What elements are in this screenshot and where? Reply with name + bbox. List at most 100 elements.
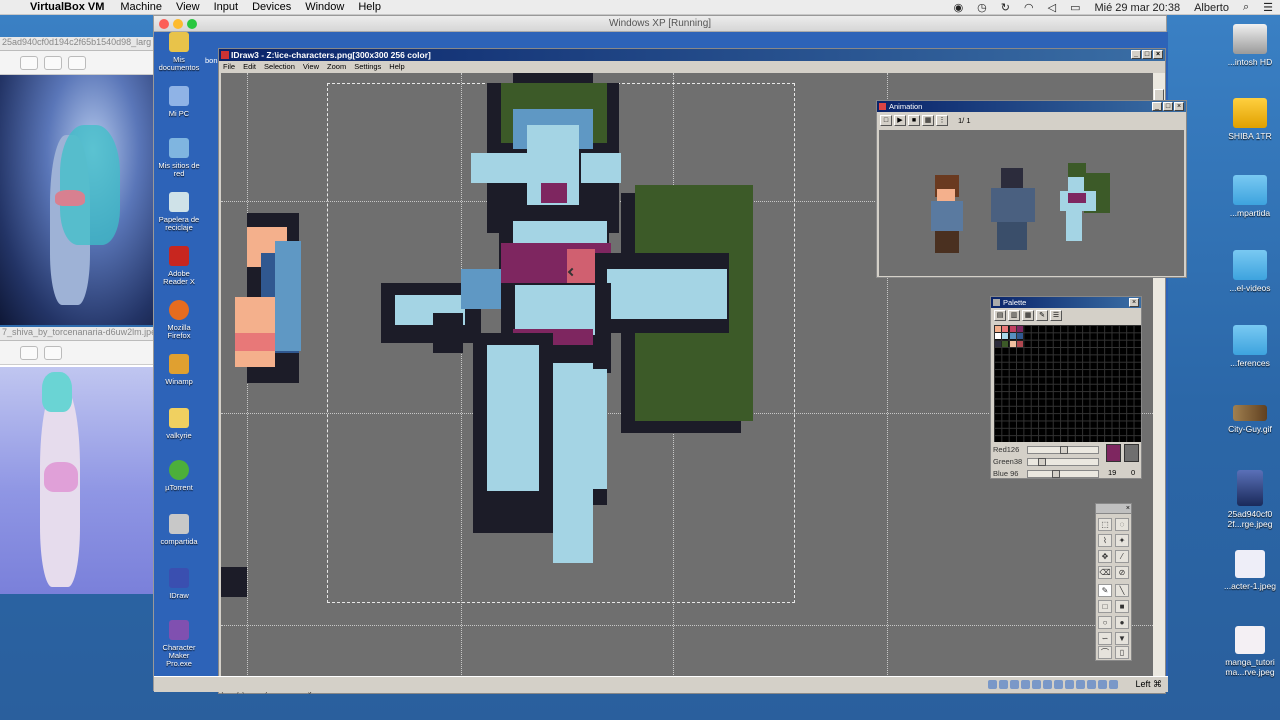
xp-icon-compartida[interactable]: compartida (156, 514, 202, 546)
menu-help[interactable]: Help (389, 61, 404, 72)
preview-window-2[interactable]: 7_shiva_by_torcenanaria-d6uw2lm.jpeg (0, 327, 155, 594)
menu-file[interactable]: File (223, 61, 235, 72)
palette-swatch[interactable] (1017, 333, 1024, 340)
xp-icon-network[interactable]: Mis sitios de red (156, 138, 202, 178)
blue-slider-knob[interactable] (1052, 469, 1060, 478)
menu-settings[interactable]: Settings (354, 61, 381, 72)
secondary-color-swatch[interactable] (1124, 444, 1139, 462)
palette-swatch[interactable] (1017, 326, 1024, 332)
frame-icon[interactable]: ■ (908, 114, 920, 126)
desktop-icon-jpeg-3[interactable]: manga_tutori ma...rve.jpeg (1220, 626, 1280, 677)
tray-icon[interactable] (1065, 680, 1074, 689)
menu-list-icon[interactable]: ☰ (1263, 1, 1273, 14)
close-icon[interactable]: × (1126, 504, 1130, 513)
vm-window[interactable]: Windows XP [Running] Mis documentos Mi P… (153, 15, 1187, 694)
menu-zoom[interactable]: Zoom (327, 61, 346, 72)
rectangle-icon[interactable]: □ (1098, 600, 1112, 613)
tray-icon[interactable] (988, 680, 997, 689)
desktop-icon-gif[interactable]: City-Guy.gif (1220, 405, 1280, 434)
palette-swatch[interactable] (1009, 340, 1016, 347)
clock-text[interactable]: Mié 29 mar 20:38 (1094, 2, 1180, 14)
filled-ellipse-icon[interactable]: ● (1115, 616, 1129, 629)
palette-swatch[interactable] (1009, 333, 1016, 340)
clone-icon[interactable]: ⊘ (1115, 566, 1129, 579)
green-slider-knob[interactable] (1038, 457, 1046, 466)
palette-swatch[interactable] (995, 340, 1001, 347)
xp-icon-winamp[interactable]: Winamp (156, 354, 202, 386)
desktop-icon-folder-3[interactable]: ...ferences (1220, 325, 1280, 368)
close-icon[interactable]: × (1153, 50, 1163, 59)
xp-icon-recycle-bin[interactable]: Papelera de reciclaje (156, 192, 202, 232)
zoom-button[interactable] (187, 19, 197, 29)
pipette-icon[interactable]: ⁄ (1115, 550, 1129, 563)
desktop-icon-hd[interactable]: ...intosh HD (1220, 24, 1280, 67)
animation-window[interactable]: Animation _ □ × □ ▶ ■ ▦ ⋮ 1/ 1 (876, 100, 1187, 278)
palette-swatch[interactable] (1002, 333, 1009, 340)
minimize-icon[interactable]: _ (1152, 102, 1162, 111)
user-name[interactable]: Alberto (1194, 2, 1229, 14)
play-icon[interactable]: ▶ (894, 114, 906, 126)
tray-icon[interactable] (1021, 680, 1030, 689)
close-button[interactable] (159, 19, 169, 29)
xp-icon-my-documents[interactable]: Mis documentos (156, 32, 202, 72)
tray-icon[interactable] (1087, 680, 1096, 689)
text-icon[interactable]: ▯ (1115, 646, 1129, 659)
menu-window[interactable]: Window (305, 1, 344, 13)
green-slider[interactable] (1027, 457, 1099, 466)
selected-color-swatch[interactable] (1106, 444, 1121, 462)
eraser-icon[interactable]: ⌫ (1098, 566, 1112, 579)
ellipse-icon[interactable]: ○ (1098, 616, 1112, 629)
rotate-icon[interactable] (44, 345, 62, 360)
battery-icon[interactable]: ▭ (1070, 1, 1080, 14)
brush-icon[interactable]: ⌒ (1098, 646, 1112, 659)
xp-icon-valkyrie[interactable]: valkyrie (156, 408, 202, 440)
palette-grid[interactable] (994, 325, 1141, 442)
menu-help[interactable]: Help (358, 1, 381, 13)
red-slider-knob[interactable] (1060, 445, 1068, 454)
tray-icon[interactable] (999, 680, 1008, 689)
tools-titlebar[interactable]: × (1096, 504, 1131, 514)
xp-icon-adobe[interactable]: Adobe Reader X (156, 246, 202, 286)
select-rect-icon[interactable]: ⬚ (1098, 518, 1112, 531)
blue-slider[interactable] (1027, 469, 1099, 478)
palette-window[interactable]: Palette × ▤ ▥ ▦ ✎ ☰ Red126 Green38 Blue … (990, 296, 1142, 479)
tray-icon[interactable] (1109, 680, 1118, 689)
copy-palette-icon[interactable]: ▦ (1022, 310, 1034, 321)
menu-selection[interactable]: Selection (264, 61, 295, 72)
rotate-icon[interactable] (44, 55, 62, 70)
desktop-icon-folder-1[interactable]: ...mpartida (1220, 175, 1280, 218)
tray-icon[interactable] (1032, 680, 1041, 689)
menu-input[interactable]: Input (214, 1, 238, 13)
volume-icon[interactable]: ◁ (1048, 1, 1056, 14)
xp-icon-my-pc[interactable]: Mi PC (156, 86, 202, 118)
vm-titlebar[interactable]: Windows XP [Running] (154, 16, 1166, 32)
tools-window[interactable]: × ⬚ ◌ ⌇ ✦ ✥ ⁄ ⌫ ⊘ ✎ ╲ □ ■ ○ ● ∽ ▼ ⌒ ▯ (1095, 503, 1132, 661)
menu-devices[interactable]: Devices (252, 1, 291, 13)
edit-palette-icon[interactable]: ✎ (1036, 310, 1048, 321)
share-icon[interactable] (68, 55, 86, 70)
pencil-icon[interactable]: ✎ (1098, 584, 1112, 597)
desktop-icon-folder-2[interactable]: ...el-videos (1220, 250, 1280, 293)
maximize-icon[interactable]: □ (1142, 50, 1152, 59)
desktop-icon-jpeg-2[interactable]: ...acter-1.jpeg (1220, 550, 1280, 591)
list-icon[interactable]: ☰ (1050, 310, 1062, 321)
lasso-icon[interactable]: ⌇ (1098, 534, 1112, 547)
menu-machine[interactable]: Machine (120, 1, 162, 13)
settings-icon[interactable]: ⋮ (936, 114, 948, 126)
stop-icon[interactable]: □ (880, 114, 892, 126)
palette-swatch[interactable] (1009, 326, 1016, 332)
markup-icon[interactable] (20, 345, 38, 360)
filled-rectangle-icon[interactable]: ■ (1115, 600, 1129, 613)
search-icon[interactable]: ⌕ (1243, 1, 1249, 14)
close-icon[interactable]: × (1174, 102, 1184, 111)
move-icon[interactable]: ✥ (1098, 550, 1112, 563)
sync-icon[interactable]: ↻ (1001, 1, 1010, 14)
grid-icon[interactable]: ▦ (922, 114, 934, 126)
menu-view[interactable]: View (176, 1, 200, 13)
minimize-button[interactable] (173, 19, 183, 29)
preview-window-1[interactable]: 25ad940cf0d194c2f65b1540d98_larg (0, 37, 155, 325)
magic-wand-icon[interactable]: ✦ (1115, 534, 1129, 547)
xp-icon-firefox[interactable]: Mozilla Firefox (156, 300, 202, 340)
select-ellipse-icon[interactable]: ◌ (1115, 518, 1129, 531)
curve-icon[interactable]: ∽ (1098, 632, 1112, 645)
